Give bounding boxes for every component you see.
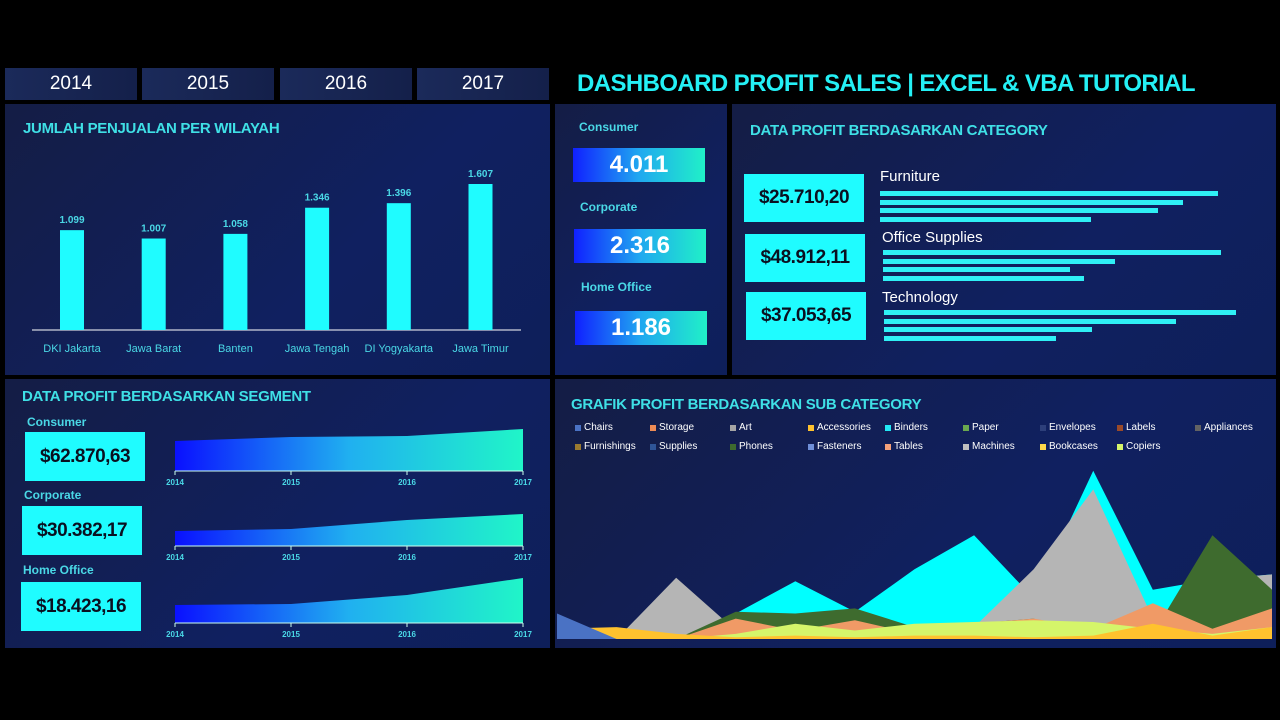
segment-count-panel: Consumer 4.011 Corporate 2.316 Home Offi… — [555, 104, 727, 375]
x-tick-label: 2015 — [282, 630, 300, 639]
category-profit-panel: DATA PROFIT BERDASARKAN CATEGORY $25.710… — [732, 104, 1276, 375]
category-bar — [883, 267, 1070, 272]
region-bar-chart: 1.099 DKI Jakarta 1.007 Jawa Barat 1.058 Bant… — [32, 169, 521, 355]
region-sales-panel: JUMLAH PENJUALAN PER WILAYAH 1.099 DKI Ja… — [5, 104, 550, 375]
area-consumer — [175, 429, 523, 471]
category-bar — [884, 310, 1236, 315]
bar-jawa-tengah — [305, 207, 330, 330]
x-tick-label: 2016 — [398, 553, 416, 562]
x-tick-label: DI Yogyakarta — [365, 343, 434, 355]
home-office-count: 1.186 — [575, 311, 707, 345]
x-tick-label: 2015 — [282, 478, 300, 487]
segment-label: Home Office — [581, 280, 652, 294]
category-bar — [880, 199, 1183, 205]
corporate-count: 2.316 — [574, 229, 706, 263]
year-tab-2015[interactable]: 2015 — [142, 68, 274, 100]
technology-value: $37.053,65 — [746, 292, 866, 340]
category-bar — [880, 208, 1159, 213]
x-tick-label: 2014 — [166, 478, 184, 487]
category-bar — [884, 318, 1177, 324]
x-tick-label: 2017 — [514, 630, 532, 639]
category-bar — [880, 191, 1218, 196]
office-supplies-label: Office Supplies — [882, 229, 983, 246]
x-tick-label: Jawa Barat — [126, 343, 181, 355]
year-tab-2017[interactable]: 2017 — [417, 68, 549, 100]
bar-banten — [223, 233, 248, 330]
x-tick-label: Banten — [218, 343, 253, 355]
category-bar — [883, 258, 1116, 264]
office-supplies-value: $48.912,11 — [745, 234, 865, 282]
technology-label: Technology — [882, 289, 958, 306]
data-label: 1.099 — [59, 215, 84, 226]
x-tick-label: 2017 — [514, 553, 532, 562]
dashboard-title: DASHBOARD PROFIT SALES | EXCEL & VBA TUT… — [577, 70, 1196, 97]
category-bar — [884, 327, 1092, 332]
bar-dki-jakarta — [60, 230, 84, 330]
x-tick-label: Jawa Timur — [452, 343, 509, 355]
x-tick-label: 2016 — [398, 630, 416, 639]
area-corporate — [175, 514, 523, 546]
data-label: 1.396 — [386, 188, 411, 199]
category-bar — [883, 250, 1221, 255]
panel-title: DATA PROFIT BERDASARKAN CATEGORY — [750, 122, 1048, 139]
x-tick-label: 2017 — [514, 478, 532, 487]
subcategory-profit-panel: GRAFIK PROFIT BERDASARKAN SUB CATEGORY C… — [555, 379, 1276, 648]
bar-jawa-timur — [468, 184, 493, 330]
x-tick-label: 2015 — [282, 553, 300, 562]
x-tick-label: 2014 — [166, 630, 184, 639]
year-tab-2014[interactable]: 2014 — [5, 68, 137, 100]
category-bar — [883, 275, 1084, 281]
furniture-label: Furniture — [880, 168, 941, 185]
consumer-count: 4.011 — [573, 148, 705, 182]
category-bar — [884, 335, 1057, 341]
bar-jawa-barat — [141, 238, 166, 330]
data-label: 1.007 — [141, 224, 166, 235]
subcategory-area-chart — [557, 470, 1272, 639]
segment-label: Consumer — [579, 120, 639, 134]
x-tick-label: Jawa Tengah — [285, 343, 350, 355]
x-tick-label: 2014 — [166, 553, 184, 562]
x-tick-label: DKI Jakarta — [43, 343, 101, 355]
segment-profit-panel: DATA PROFIT BERDASARKAN SEGMENT Consumer… — [5, 379, 550, 648]
category-bar — [880, 216, 1092, 222]
area-home-office — [175, 578, 523, 623]
data-label: 1.058 — [223, 219, 248, 230]
segment-area-charts: 2014 2015 2016 2017 2014 2015 2016 2017 2014 2015… — [166, 429, 532, 639]
data-label: 1.346 — [305, 193, 330, 204]
year-tab-2016[interactable]: 2016 — [280, 68, 412, 100]
data-label: 1.607 — [468, 169, 493, 180]
furniture-value: $25.710,20 — [744, 174, 864, 222]
x-tick-label: 2016 — [398, 478, 416, 487]
bar-di-yogyakarta — [386, 203, 411, 330]
segment-label: Corporate — [580, 200, 638, 214]
